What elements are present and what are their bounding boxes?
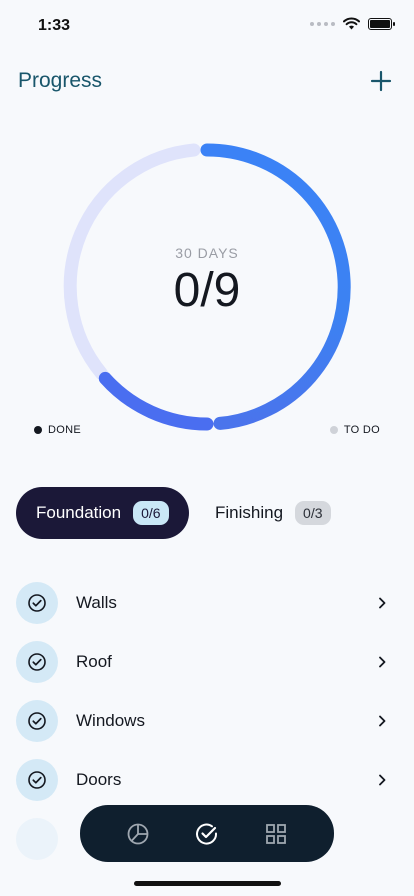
period-label: 30 DAYS	[175, 244, 239, 261]
legend-todo: TO DO	[329, 424, 380, 436]
page-title: Progress	[18, 69, 103, 92]
ring-center: 30 DAYS 0/9	[62, 142, 352, 432]
phase-tabs: Foundation 0/6 Finishing 0/3	[16, 487, 398, 539]
wifi-icon	[343, 17, 360, 30]
status-icons	[310, 17, 395, 30]
check-circle-icon	[16, 699, 58, 742]
todo-dot-icon	[329, 426, 338, 434]
header: Progress	[18, 66, 396, 96]
task-label: Roof	[76, 651, 112, 671]
pie-chart-icon	[127, 823, 149, 844]
nav-stats-button[interactable]	[120, 816, 156, 852]
status-time: 1:33	[38, 17, 71, 34]
tab-label: Finishing	[215, 503, 284, 522]
check-circle-icon	[196, 823, 217, 845]
check-circle-icon	[16, 581, 58, 624]
tab-foundation[interactable]: Foundation 0/6	[16, 487, 189, 539]
task-item-windows[interactable]: Windows	[16, 691, 398, 750]
task-item-roof[interactable]: Roof	[16, 632, 398, 691]
tab-finishing[interactable]: Finishing 0/3	[205, 487, 345, 539]
check-circle-icon	[16, 640, 58, 683]
task-label: Walls	[76, 592, 117, 612]
chevron-right-icon	[374, 713, 390, 729]
chevron-right-icon	[374, 595, 390, 611]
status-bar: 1:33	[0, 0, 414, 50]
grid-icon	[265, 823, 286, 844]
nav-tasks-button[interactable]	[189, 816, 225, 852]
task-item-doors[interactable]: Doors	[16, 750, 398, 809]
plus-icon	[370, 70, 392, 92]
task-item-walls[interactable]: Walls	[16, 573, 398, 632]
task-label: Doors	[76, 769, 122, 789]
signal-dots-icon	[310, 21, 335, 26]
check-circle-icon	[16, 817, 58, 860]
progress-ring: 30 DAYS 0/9	[62, 142, 352, 432]
done-dot-icon	[34, 426, 42, 434]
tab-count-badge: 0/6	[133, 501, 169, 525]
add-button[interactable]	[366, 66, 396, 96]
check-circle-icon	[16, 758, 58, 801]
legend-done: DONE	[34, 424, 81, 436]
chevron-right-icon	[374, 654, 390, 670]
progress-count: 0/9	[173, 263, 241, 317]
chevron-right-icon	[374, 772, 390, 788]
tab-count-badge: 0/3	[295, 501, 331, 525]
home-indicator	[134, 881, 281, 886]
task-label: Windows	[76, 710, 145, 730]
legend-done-label: DONE	[48, 424, 81, 436]
tab-label: Foundation	[36, 503, 122, 522]
nav-grid-button[interactable]	[258, 816, 294, 852]
battery-icon	[368, 17, 395, 30]
legend-todo-label: TO DO	[343, 424, 380, 436]
bottom-nav	[80, 805, 334, 862]
